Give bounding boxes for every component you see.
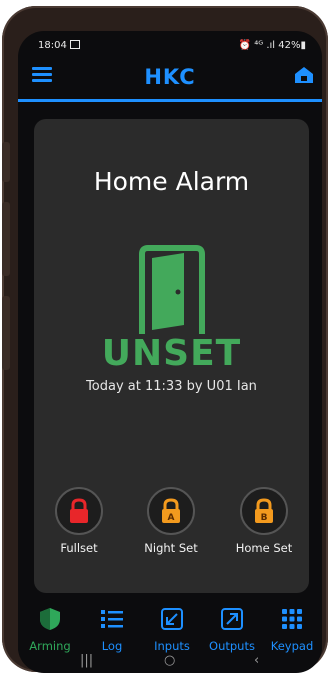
night-set-label: Night Set: [144, 541, 198, 555]
home-set-label: Home Set: [235, 541, 293, 555]
back-button[interactable]: ‹: [254, 653, 259, 668]
screen: 18:04 ⏰ ⁴ᴳ .ıl 42%▮ HKC Home Alarm UNSET…: [18, 31, 322, 673]
night-set-button[interactable]: A Night Set: [126, 487, 216, 555]
fullset-label: Fullset: [60, 541, 98, 555]
home-set-button[interactable]: B Home Set: [219, 487, 309, 555]
last-event: Today at 11:33 by U01 Ian: [86, 379, 257, 394]
phone-frame: 18:04 ⏰ ⁴ᴳ .ıl 42%▮ HKC Home Alarm UNSET…: [2, 6, 328, 673]
alarm-state: UNSET: [101, 333, 242, 374]
recents-button[interactable]: |||: [80, 653, 93, 668]
home-icon[interactable]: [294, 65, 314, 85]
shield-icon: [40, 608, 60, 630]
alarm-panel-card: Home Alarm UNSET Today at 11:33 by U01 I…: [34, 119, 309, 593]
lock-icon: [70, 498, 88, 523]
arrow-in-icon: [161, 608, 183, 630]
app-bar: HKC: [18, 61, 322, 102]
home-nav-button[interactable]: ○: [164, 653, 175, 668]
tab-label: Arming: [29, 639, 71, 653]
tab-label: Log: [101, 639, 123, 653]
gallery-icon: [70, 40, 80, 49]
tab-label: Outputs: [209, 639, 255, 653]
tab-arming[interactable]: Arming: [20, 607, 80, 653]
side-button: [2, 202, 10, 276]
keypad-icon: [282, 609, 302, 629]
status-bar: 18:04 ⏰ ⁴ᴳ .ıl 42%▮: [18, 31, 322, 59]
tab-label: Keypad: [270, 639, 314, 653]
svg-text:B: B: [261, 513, 268, 523]
bottom-tab-bar: Arming Log Inputs Outputs Keypad: [18, 607, 322, 657]
arrow-out-icon: [221, 608, 243, 630]
brand-logo: HKC: [144, 65, 196, 89]
lock-a-icon: A: [162, 498, 180, 523]
tab-outputs[interactable]: Outputs: [202, 607, 262, 653]
status-time: 18:04: [38, 40, 67, 51]
fullset-button[interactable]: Fullset: [34, 487, 124, 555]
tab-label: Inputs: [154, 639, 190, 653]
door-open-icon: [139, 245, 205, 334]
tab-inputs[interactable]: Inputs: [142, 607, 202, 653]
side-button: [2, 142, 10, 182]
arm-circle: A: [147, 487, 195, 535]
tab-keypad[interactable]: Keypad: [262, 607, 322, 653]
list-icon: [101, 610, 123, 628]
arm-circle: B: [240, 487, 288, 535]
status-icons: ⏰ ⁴ᴳ .ıl 42%▮: [238, 40, 306, 51]
lock-b-icon: B: [255, 498, 273, 523]
svg-text:A: A: [168, 513, 175, 523]
arm-circle: [55, 487, 103, 535]
tab-log[interactable]: Log: [82, 607, 142, 653]
system-nav-bar: ||| ○ ‹: [18, 653, 322, 673]
side-button: [2, 296, 10, 370]
panel-title: Home Alarm: [93, 167, 250, 196]
